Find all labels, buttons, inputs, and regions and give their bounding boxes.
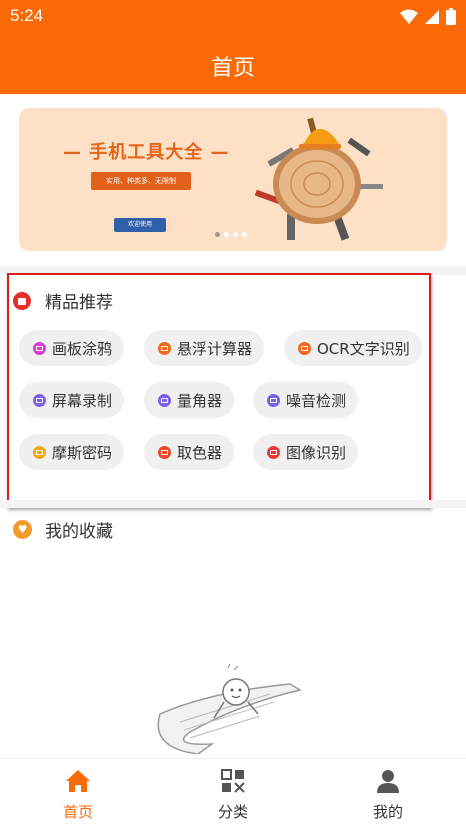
battery-icon <box>446 8 456 25</box>
signal-icon <box>425 9 439 24</box>
bottom-navigation: 首页 分类 我的 <box>0 758 466 831</box>
status-bar: 5:24 <box>0 0 466 34</box>
page-title: 首页 <box>210 56 255 81</box>
status-icons <box>400 8 456 25</box>
category-icon <box>221 769 245 793</box>
nav-label: 分类 <box>217 803 248 821</box>
status-time: 5:24 <box>10 6 44 25</box>
favorites-title: 我的收藏 <box>45 522 113 542</box>
nav-category[interactable]: 分类 <box>173 769 293 822</box>
nav-home[interactable]: 首页 <box>18 769 138 822</box>
nav-label: 首页 <box>62 803 93 821</box>
nav-label: 我的 <box>372 803 403 821</box>
banner-area: — 手机工具大全 — 实用、种类多、无限制 欢迎使用 <box>0 94 466 266</box>
section-divider <box>0 500 466 508</box>
heart-icon: ♥ <box>13 520 32 539</box>
home-icon <box>66 770 90 792</box>
carousel-dot <box>242 232 247 237</box>
banner-title: — 手机工具大全 — <box>63 142 230 163</box>
profile-icon <box>377 770 399 793</box>
carousel-dot <box>233 232 238 237</box>
highlight-box <box>7 273 431 508</box>
banner-carousel[interactable]: — 手机工具大全 — 实用、种类多、无限制 欢迎使用 <box>19 108 447 251</box>
favorites-header: ♥ 我的收藏 <box>13 517 113 542</box>
app-bar: 首页 <box>0 34 466 94</box>
nav-profile[interactable]: 我的 <box>328 769 448 822</box>
carousel-dot <box>224 232 229 237</box>
empty-favorites-illustration <box>157 663 302 754</box>
carousel-indicator <box>215 232 247 237</box>
carousel-dot <box>215 232 220 237</box>
wifi-icon <box>400 9 418 24</box>
banner-welcome-button[interactable]: 欢迎使用 <box>114 218 166 232</box>
banner-subtitle: 实用、种类多、无限制 <box>91 172 191 190</box>
tools-stump-illustration <box>254 117 383 241</box>
